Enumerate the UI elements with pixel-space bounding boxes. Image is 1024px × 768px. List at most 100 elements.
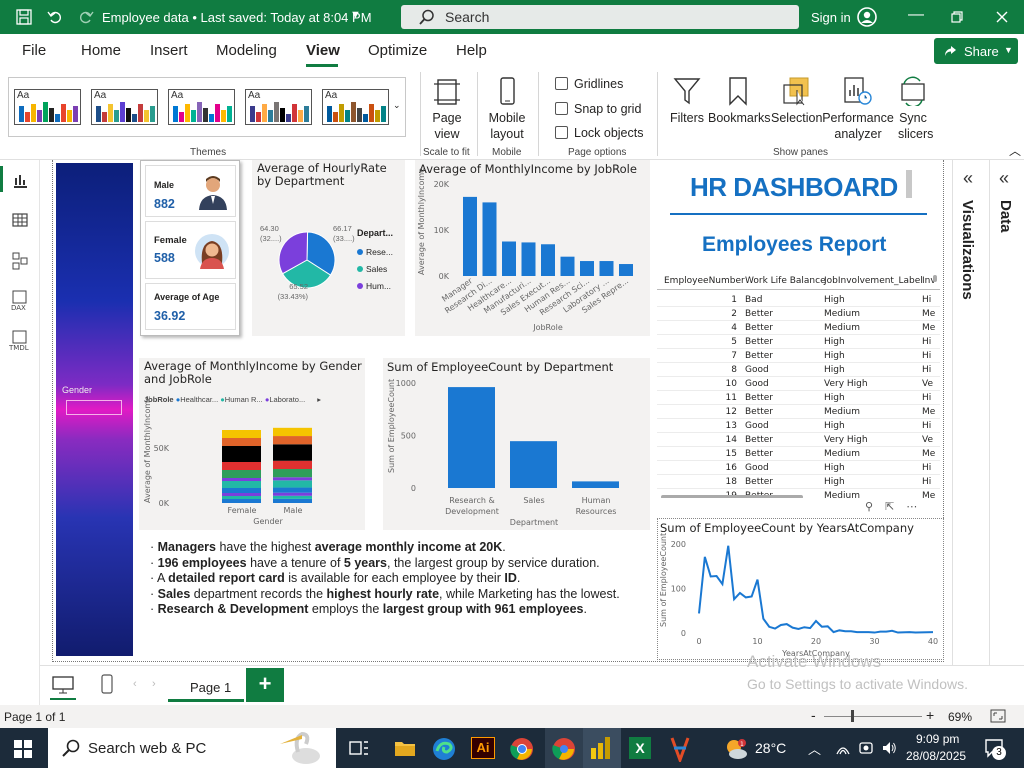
table-row[interactable]: 8 Good High Hi [657,363,940,377]
close-icon[interactable] [996,11,1008,23]
department-count-visual[interactable]: Sum of EmployeeCount by Department 1000 5… [383,358,650,530]
collapse-ribbon-icon[interactable]: ︿ [1009,142,1021,159]
table-row[interactable]: 18 Better High Hi [657,475,940,489]
employee-table[interactable]: EmployeeNumber Work Life Balance JobInvo… [657,270,940,498]
webcam-icon[interactable] [858,740,874,756]
table-row[interactable]: 1 Bad High Hi [657,293,940,307]
zoom-slider[interactable] [824,716,922,717]
mobile-layout-icon[interactable] [100,674,114,694]
themes-expand-icon[interactable]: ⌄ [393,100,401,111]
theme-swatch-5[interactable]: Aa [322,89,389,125]
table-row[interactable]: 4 Better Medium Me [657,321,940,335]
col-job-involvement[interactable]: JobInvolvement_Label [824,276,923,286]
windows-start-icon[interactable] [14,740,32,758]
lock-objects-checkbox[interactable]: Lock objects [555,126,643,140]
table-row[interactable]: 7 Better High Hi [657,349,940,363]
snap-to-grid-checkbox[interactable]: Snap to grid [555,102,641,116]
sync-slicers-button[interactable]: Sync slicers [893,76,933,142]
theme-swatch-2[interactable]: Aa [91,89,158,125]
zoom-in-icon[interactable]: + [926,707,934,723]
tab-modeling[interactable]: Modeling [216,42,277,59]
app-icon[interactable] [668,736,692,762]
excel-icon[interactable]: X [629,737,651,759]
table-view-icon[interactable] [12,212,28,228]
table-row[interactable]: 14 Better Very High Ve [657,433,940,447]
table-row[interactable]: 13 Good High Hi [657,419,940,433]
network-icon[interactable] [835,740,851,756]
table-horizontal-scrollbar[interactable] [661,495,803,498]
share-button[interactable]: Share ▼ [934,38,1018,64]
selection-button[interactable]: Selection [771,76,822,126]
bookmarks-button[interactable]: Bookmarks [708,76,771,126]
years-at-company-visual[interactable]: Sum of EmployeeCount by YearsAtCompany 2… [657,518,944,660]
save-icon[interactable] [16,9,32,25]
zoom-out-icon[interactable]: - [811,707,816,723]
user-avatar-icon[interactable] [857,7,877,27]
expand-data-icon[interactable]: « [999,168,1009,189]
tab-insert[interactable]: Insert [150,42,188,59]
sign-in-link[interactable]: Sign in [811,10,851,25]
table-vertical-scrollbar[interactable] [933,275,937,282]
previous-page-icon[interactable]: ‹ [133,678,137,690]
chrome-icon[interactable] [510,737,534,761]
table-row[interactable]: 5 Better High Hi [657,335,940,349]
chevron-down-icon[interactable]: ▼ [350,9,361,21]
visual-header-icons[interactable]: ⚲⇱⋯ [865,500,929,513]
table-row[interactable]: 2 Better Medium Me [657,307,940,321]
filters-button[interactable]: Filters [667,76,707,126]
fit-to-page-icon[interactable] [990,709,1006,723]
desktop-layout-icon[interactable] [52,676,74,694]
gender-jobrole-visual[interactable]: Average of MonthlyIncome by Gender and J… [139,358,365,530]
table-row[interactable]: 11 Better High Hi [657,391,940,405]
visualizations-pane-tab[interactable]: Visualizations [959,200,976,300]
chrome-profile-icon[interactable] [552,737,576,761]
tab-file[interactable]: File [22,42,46,59]
performance-analyzer-button[interactable]: Performance analyzer [822,76,894,142]
clock-date[interactable]: 28/08/2025 [906,749,966,763]
restore-icon[interactable] [951,11,963,23]
theme-swatch-1[interactable]: Aa [14,89,81,125]
tab-view[interactable]: View [306,42,340,59]
page-tab[interactable]: Page 1 [168,666,244,702]
document-title[interactable]: Employee data • Last saved: Today at 8:0… [102,10,372,25]
tmdl-view-icon[interactable]: TMDL [9,330,31,352]
table-row[interactable]: 15 Better Medium Me [657,447,940,461]
col-employee-number[interactable]: EmployeeNumber [664,276,745,286]
file-explorer-icon[interactable] [394,738,416,758]
temperature-label[interactable]: 28°C [755,740,786,756]
show-hidden-icons[interactable]: ︿ [808,739,821,758]
tab-help[interactable]: Help [456,42,487,59]
add-page-button[interactable]: + [246,668,284,702]
edge-icon[interactable] [432,737,456,761]
volume-icon[interactable] [881,740,897,756]
taskbar-search-box[interactable]: Search web & PC [48,728,336,768]
redo-icon[interactable] [78,9,94,25]
hourlyrate-pie-visual[interactable]: Average of HourlyRate by Department Depa… [252,160,405,336]
table-row[interactable]: 16 Good High Hi [657,461,940,475]
zoom-level[interactable]: 69% [948,710,972,724]
task-view-icon[interactable] [349,739,369,757]
jobrole-income-visual[interactable]: Average of MonthlyIncome by JobRole 20K 1… [415,160,650,336]
gridlines-checkbox[interactable]: Gridlines [555,77,623,91]
model-view-icon[interactable] [12,252,28,270]
theme-swatch-3[interactable]: Aa [168,89,235,125]
col-work-life-balance[interactable]: Work Life Balance [745,276,826,286]
tab-optimize[interactable]: Optimize [368,42,427,59]
clock-time[interactable]: 9:09 pm [916,732,959,746]
next-page-icon[interactable]: › [152,678,156,690]
mobile-layout-button[interactable]: Mobile layout [482,76,532,142]
data-pane-tab[interactable]: Data [997,200,1014,233]
search-input[interactable]: Search [401,5,799,29]
illustrator-icon[interactable]: Ai [471,737,495,759]
dax-query-icon[interactable]: DAX [10,290,30,312]
report-view-icon[interactable] [12,172,28,188]
gender-slicer[interactable]: Gender [56,163,133,656]
undo-icon[interactable] [47,9,63,25]
table-row[interactable]: 12 Better Medium Me [657,405,940,419]
tab-home[interactable]: Home [81,42,121,59]
theme-swatch-4[interactable]: Aa [245,89,312,125]
zoom-slider-thumb[interactable] [851,710,854,722]
table-row[interactable]: 10 Good Very High Ve [657,377,940,391]
expand-visualizations-icon[interactable]: « [963,168,973,189]
page-view-button[interactable]: Page view [424,76,470,142]
